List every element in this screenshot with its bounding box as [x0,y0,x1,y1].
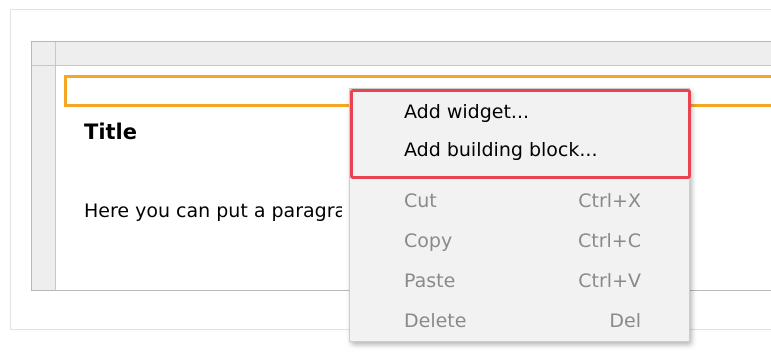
page: Title Here you can put a paragraph of te… [0,0,771,354]
menu-item-delete[interactable]: Delete Del [350,304,689,340]
menu-separator [350,181,689,182]
menu-item-shortcut: Ctrl+X [578,190,641,212]
menu-item-label: Delete [404,310,467,332]
menu-item-paste[interactable]: Paste Ctrl+V [350,264,689,300]
menu-item-add-widget[interactable]: Add widget... [350,95,689,131]
editor-corner [32,42,56,66]
document-title[interactable]: Title [84,122,137,143]
editor-gutter [32,66,56,290]
menu-item-cut[interactable]: Cut Ctrl+X [350,184,689,220]
context-menu: Add widget... Add building block... Cut … [349,88,691,342]
menu-item-copy[interactable]: Copy Ctrl+C [350,224,689,260]
menu-item-shortcut: Del [609,310,641,332]
menu-item-add-building-block[interactable]: Add building block... [350,133,689,169]
menu-item-label: Add widget... [404,101,530,123]
editor-ruler [32,42,771,66]
menu-item-label: Paste [404,270,456,292]
menu-item-shortcut: Ctrl+V [578,270,641,292]
menu-item-shortcut: Ctrl+C [578,230,641,252]
menu-item-label: Copy [404,230,453,252]
document-paragraph[interactable]: Here you can put a paragraph of text. [84,202,342,221]
menu-item-label: Add building block... [404,139,598,161]
menu-item-label: Cut [404,190,437,212]
